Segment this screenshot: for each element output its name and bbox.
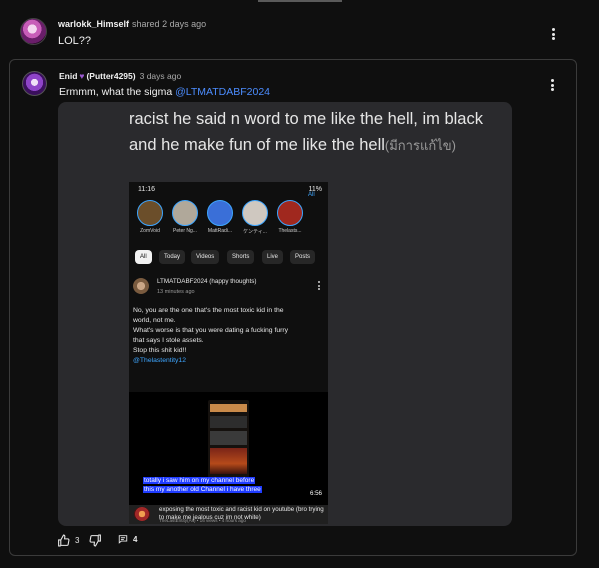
video-frame: totally i saw him on my channel before t… <box>129 392 328 505</box>
dislike-button[interactable] <box>89 534 102 547</box>
story-item: ZomVoid <box>134 200 166 234</box>
chip-today: Today <box>159 250 186 264</box>
more-options-icon[interactable] <box>547 78 557 92</box>
post-text: LOL?? <box>58 35 92 47</box>
subscriptions-row: ZomVoid Peter Ng... MattRadi... ケンティ... … <box>134 200 324 244</box>
thumbs-up-icon <box>58 534 70 547</box>
comment-icon <box>118 535 128 544</box>
like-button[interactable]: 3 <box>57 534 79 547</box>
inner-post-line: world, not me. <box>133 317 176 324</box>
related-video-meta: TheLastEntity(Alt) • 16 views • 4 hours … <box>159 518 246 523</box>
story-name: Thelasts... <box>278 228 302 234</box>
avatar[interactable] <box>20 18 47 45</box>
video-subtitle: totally i saw him on my channel before t… <box>143 476 262 494</box>
inner-post-line: that says I stole assets. <box>133 337 204 344</box>
avatar[interactable] <box>22 71 47 96</box>
inner-post-mention: @Thelastentity12 <box>133 357 186 364</box>
story-name: ZomVoid <box>140 228 160 234</box>
more-options-icon[interactable] <box>548 27 558 41</box>
phone-screenshot: 11:16 11% ZomVoid Peter Ng... MattRadi..… <box>129 182 328 524</box>
status-time: 11:16 <box>138 186 155 193</box>
status-bar: 11:16 11% <box>138 186 322 196</box>
reply-text-body: Ermmm, what the sigma <box>59 86 176 98</box>
reply-text: Ermmm, what the sigma @LTMATDABF2024 <box>59 86 270 98</box>
attached-image[interactable]: racist he said n word to me like the hel… <box>58 102 512 526</box>
post-author-name[interactable]: warlokk_Himself <box>58 19 129 29</box>
image-caption: racist he said n word to me like the hel… <box>129 106 489 159</box>
chip-live: Live <box>262 250 284 264</box>
inner-post-line: Stop this shit kid!! <box>133 347 187 354</box>
story-name: ケンティ... <box>243 229 267 235</box>
story-name: MattRadi... <box>207 228 233 234</box>
story-name: Peter Ng... <box>173 228 197 234</box>
story-item: Peter Ng... <box>169 200 201 234</box>
filter-chips: All Today Videos Shorts Live Posts <box>135 250 325 264</box>
reply-actions: 3 4 <box>57 534 177 550</box>
chip-all: All <box>135 250 152 264</box>
avatar <box>137 200 163 226</box>
avatar <box>133 278 149 294</box>
story-item: ケンティ... <box>239 200 271 235</box>
more-options-icon <box>317 281 321 291</box>
stories-all-link: All <box>308 192 315 198</box>
avatar <box>207 200 233 226</box>
post-meta: shared 2 days ago <box>132 19 207 29</box>
post-author-line: warlokk_Himself shared 2 days ago <box>58 19 206 29</box>
inner-post-body: No, you are the one that's the most toxi… <box>133 306 323 366</box>
caption-edited: (มีการแก้ไข) <box>384 138 456 153</box>
chip-videos: Videos <box>191 250 220 264</box>
inner-post-author: LTMATDABF2024 (happy thoughts) <box>157 278 257 285</box>
avatar <box>242 200 268 226</box>
inner-post-line: No, you are the one that's the most toxi… <box>133 307 284 314</box>
chip-posts: Posts <box>290 250 316 264</box>
mention-link[interactable]: @LTMATDABF2024 <box>175 86 270 98</box>
inner-post-line: What's worse is that you were dating a f… <box>133 327 289 334</box>
reply-time: 3 days ago <box>139 71 182 81</box>
heart-icon: ♥ <box>79 71 85 81</box>
avatar <box>277 200 303 226</box>
reply-author-line: Enid ♥ (Putter4295) 3 days ago <box>59 71 181 81</box>
story-item: MattRadi... <box>204 200 236 234</box>
like-count: 3 <box>75 536 80 545</box>
subtitle-line: this my another old Channel i have three <box>143 486 262 493</box>
reply-author-handle[interactable]: (Putter4295) <box>86 71 135 81</box>
reply-count: 4 <box>133 534 138 544</box>
chip-shorts: Shorts <box>227 250 255 264</box>
story-item: Thelasts... <box>274 200 306 234</box>
subtitle-line: totally i saw him on my channel before <box>143 477 256 484</box>
avatar <box>134 507 150 521</box>
replies-button[interactable]: 4 <box>118 534 137 544</box>
thumbs-down-icon <box>89 534 101 547</box>
reply-card: Enid ♥ (Putter4295) 3 days ago Ermmm, what … <box>9 59 577 556</box>
video-duration: 6:56 <box>309 490 322 497</box>
avatar <box>172 200 198 226</box>
related-video: exposing the most toxic and racist kid o… <box>129 505 328 524</box>
inner-post-time: 13 minutes ago <box>157 289 195 295</box>
video-thumbnail <box>208 400 249 478</box>
top-divider <box>258 0 342 2</box>
reply-author-name[interactable]: Enid <box>59 71 77 81</box>
